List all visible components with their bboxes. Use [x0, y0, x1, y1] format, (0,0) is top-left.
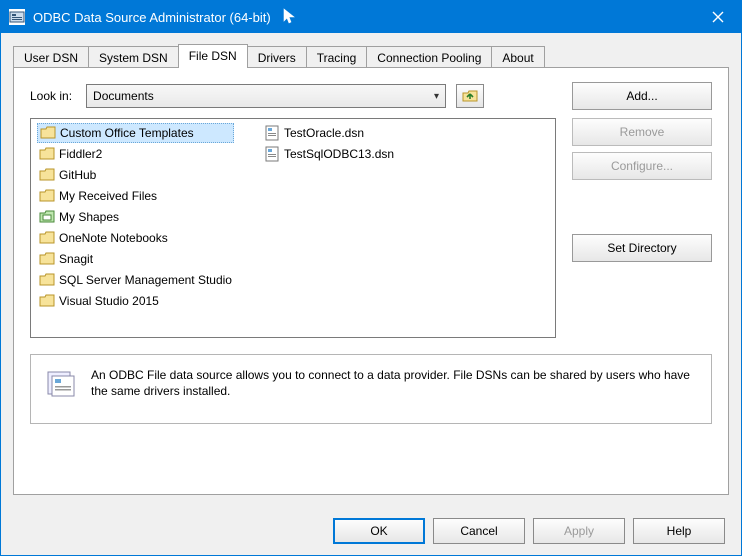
content-area: User DSN System DSN File DSN Drivers Tra…: [1, 33, 741, 507]
tab-file-dsn[interactable]: File DSN: [178, 44, 248, 68]
folder-icon: [39, 146, 55, 162]
folder-icon: [39, 167, 55, 183]
list-item-label: My Received Files: [59, 189, 157, 203]
list-item[interactable]: SQL Server Management Studio: [37, 270, 234, 290]
list-item-label: GitHub: [59, 168, 96, 182]
tab-tracing[interactable]: Tracing: [306, 46, 368, 68]
list-item-label: TestSqlODBC13.dsn: [284, 147, 394, 161]
list-item[interactable]: TestSqlODBC13.dsn: [262, 144, 396, 164]
dsn-file-icon: [264, 146, 280, 162]
list-item-label: Snagit: [59, 252, 93, 266]
add-button[interactable]: Add...: [572, 82, 712, 110]
dsn-file-icon: [264, 125, 280, 141]
list-item-label: SQL Server Management Studio: [59, 273, 232, 287]
list-item[interactable]: Fiddler2: [37, 144, 234, 164]
folder-special-icon: [39, 209, 55, 225]
window-title: ODBC Data Source Administrator (64-bit): [33, 10, 271, 25]
apply-button[interactable]: Apply: [533, 518, 625, 544]
lookin-value: Documents: [93, 89, 154, 103]
list-item-label: Visual Studio 2015: [59, 294, 159, 308]
app-icon: [9, 9, 25, 25]
lookin-combobox[interactable]: Documents ▾: [86, 84, 446, 108]
tab-panel-file-dsn: Look in: Documents ▾ Add...: [13, 67, 729, 495]
up-one-level-button[interactable]: [456, 84, 484, 108]
list-item[interactable]: My Shapes: [37, 207, 234, 227]
list-item[interactable]: Snagit: [37, 249, 234, 269]
list-item-label: TestOracle.dsn: [284, 126, 364, 140]
tab-strip: User DSN System DSN File DSN Drivers Tra…: [13, 43, 729, 67]
chevron-down-icon: ▾: [434, 91, 439, 102]
folder-icon: [39, 230, 55, 246]
folder-icon: [40, 125, 56, 141]
tab-about[interactable]: About: [491, 46, 544, 68]
tab-user-dsn[interactable]: User DSN: [13, 46, 89, 68]
dialog-button-bar: OK Cancel Apply Help: [1, 507, 741, 555]
list-item[interactable]: TestOracle.dsn: [262, 123, 396, 143]
info-box: An ODBC File data source allows you to c…: [30, 354, 712, 424]
side-button-column: Remove Configure... Set Directory: [572, 118, 712, 262]
file-list[interactable]: Custom Office Templates Fiddler2 GitHub: [30, 118, 556, 338]
list-item-label: OneNote Notebooks: [59, 231, 168, 245]
cursor-icon: [283, 8, 297, 26]
list-item[interactable]: GitHub: [37, 165, 234, 185]
tab-system-dsn[interactable]: System DSN: [88, 46, 179, 68]
help-button[interactable]: Help: [633, 518, 725, 544]
folder-icon: [39, 272, 55, 288]
folder-icon: [39, 188, 55, 204]
cancel-button[interactable]: Cancel: [433, 518, 525, 544]
file-list-col2: TestOracle.dsn TestSqlODBC13.dsn: [262, 123, 396, 333]
ok-button[interactable]: OK: [333, 518, 425, 544]
lookin-row: Look in: Documents ▾ Add...: [30, 82, 712, 110]
list-item[interactable]: OneNote Notebooks: [37, 228, 234, 248]
list-item-label: Custom Office Templates: [60, 126, 194, 140]
list-item[interactable]: Visual Studio 2015: [37, 291, 234, 311]
lookin-label: Look in:: [30, 89, 72, 103]
list-item-label: My Shapes: [59, 210, 119, 224]
remove-button[interactable]: Remove: [572, 118, 712, 146]
tab-connection-pooling[interactable]: Connection Pooling: [366, 46, 492, 68]
set-directory-button[interactable]: Set Directory: [572, 234, 712, 262]
list-item-label: Fiddler2: [59, 147, 102, 161]
folder-icon: [39, 251, 55, 267]
tab-drivers[interactable]: Drivers: [247, 46, 307, 68]
list-item[interactable]: Custom Office Templates: [37, 123, 234, 143]
list-item[interactable]: My Received Files: [37, 186, 234, 206]
folder-icon: [39, 293, 55, 309]
close-button[interactable]: [695, 1, 741, 33]
titlebar[interactable]: ODBC Data Source Administrator (64-bit): [1, 1, 741, 33]
info-icon: [45, 367, 77, 402]
configure-button[interactable]: Configure...: [572, 152, 712, 180]
info-text: An ODBC File data source allows you to c…: [91, 367, 697, 399]
file-list-col1: Custom Office Templates Fiddler2 GitHub: [37, 123, 234, 333]
window-frame: ODBC Data Source Administrator (64-bit) …: [0, 0, 742, 556]
